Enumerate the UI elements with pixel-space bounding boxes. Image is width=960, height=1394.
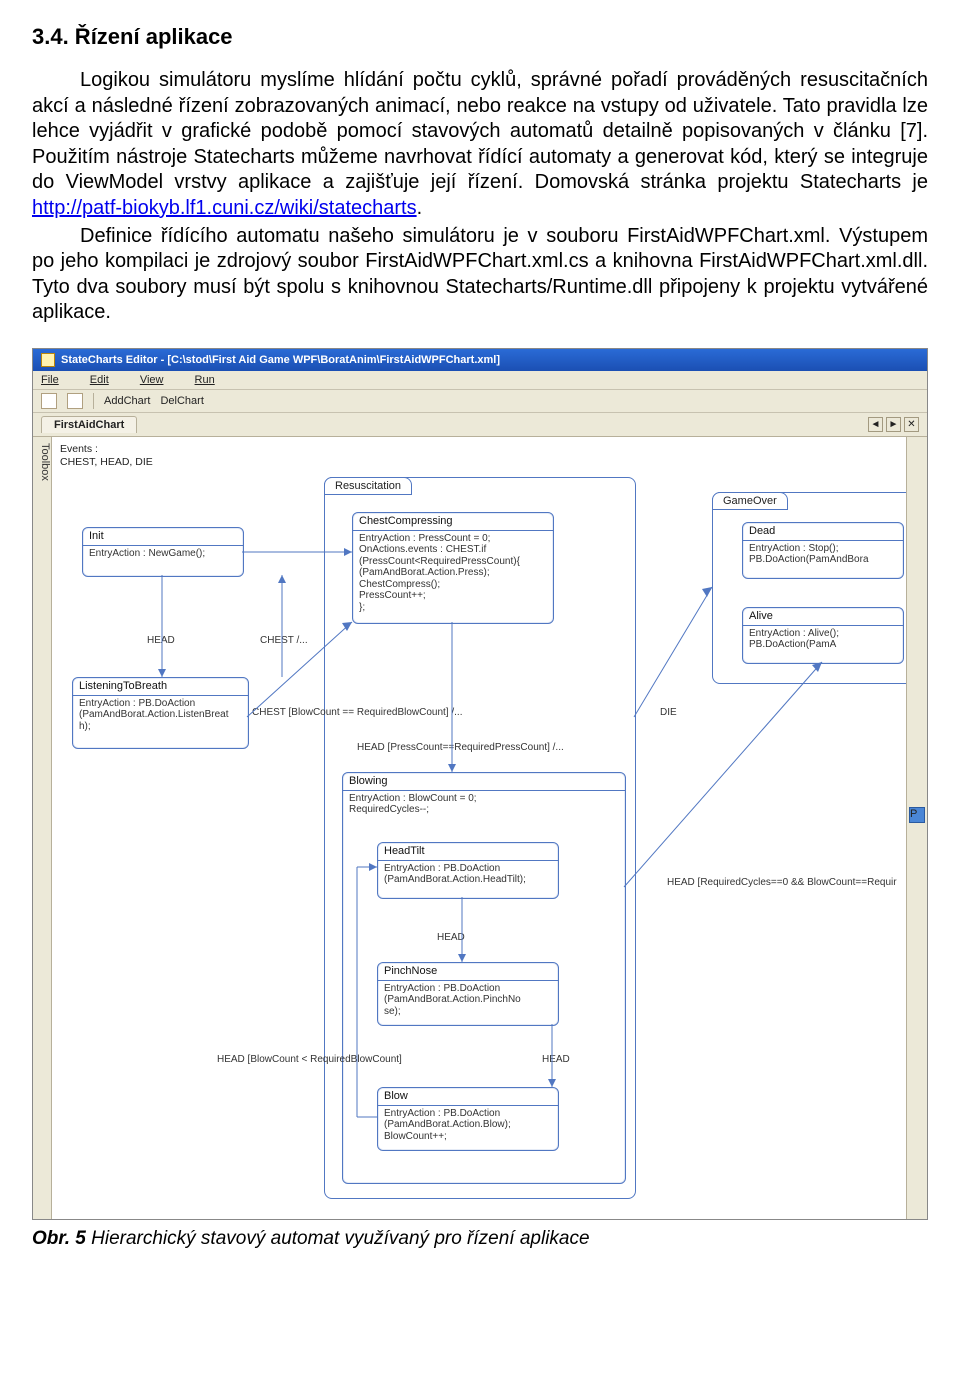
state-chest-body: EntryAction : PressCount = 0; OnActions.… [353,531,553,616]
state-headtilt-body: EntryAction : PB.DoAction (PamAndBorat.A… [378,861,558,888]
transition-label-head-2: HEAD [PressCount==RequiredPressCount] /.… [357,742,564,753]
section-heading: 3.4. Řízení aplikace [32,24,928,50]
toolbox-side-tab[interactable]: Toolbox [33,437,52,1219]
state-pinch-name: PinchNose [378,963,558,981]
transition-label-chest-1: CHEST /... [260,635,308,646]
state-alive-name: Alive [743,608,903,626]
state-blowing-body: EntryAction : BlowCount = 0; RequiredCyc… [343,791,625,818]
figure-caption: Obr. 5 Hierarchický stavový automat využ… [32,1228,928,1250]
transition-label-head-3: HEAD [437,932,465,943]
state-listening-body: EntryAction : PB.DoAction (PamAndBorat.A… [73,696,248,735]
state-dead-name: Dead [743,523,903,541]
state-headtilt-name: HeadTilt [378,843,558,861]
para1-text: Logikou simulátoru myslíme hlídání počtu… [32,69,928,193]
state-blow[interactable]: Blow EntryAction : PB.DoAction (PamAndBo… [377,1087,559,1151]
design-canvas[interactable]: Events : CHEST, HEAD, DIE Resuscitation … [52,437,906,1219]
state-dead-body: EntryAction : Stop(); PB.DoAction(PamAnd… [743,541,903,568]
paragraph-2: Definice řídícího automatu našeho simulá… [32,224,928,326]
tab-next-icon[interactable]: ► [886,417,901,432]
window-titlebar[interactable]: StateCharts Editor - [C:\stod\First Aid … [33,349,927,371]
toolbar-delchart[interactable]: DelChart [160,395,203,407]
toolbar: AddChart DelChart [33,390,927,413]
window-title: StateCharts Editor - [C:\stod\First Aid … [61,354,500,366]
superstate-gameover-label: GameOver [712,492,788,510]
state-init-name: Init [83,528,243,546]
transition-label-chest-2: CHEST [BlowCount == RequiredBlowCount] /… [252,707,462,718]
toolbar-icon-2[interactable] [67,393,83,409]
right-docked-panel[interactable]: P [906,437,927,1219]
figure-ref: Obr. 5 [32,1228,86,1249]
statecharts-link[interactable]: http://patf-biokyb.lf1.cuni.cz/wiki/stat… [32,197,417,219]
toolbar-addchart[interactable]: AddChart [104,395,150,407]
para1-tail: . [417,197,423,219]
state-pinchnose[interactable]: PinchNose EntryAction : PB.DoAction (Pam… [377,962,559,1026]
menu-file[interactable]: File [41,374,73,386]
state-listening[interactable]: ListeningToBreath EntryAction : PB.DoAct… [72,677,249,749]
app-icon [41,353,55,367]
docked-panel-button[interactable]: P [909,807,925,823]
state-init[interactable]: Init EntryAction : NewGame(); [82,527,244,577]
statecharts-editor-window: StateCharts Editor - [C:\stod\First Aid … [32,348,928,1220]
transition-label-head-req: HEAD [RequiredCycles==0 && BlowCount==Re… [667,877,897,888]
transition-label-die: DIE [660,707,677,718]
state-alive[interactable]: Alive EntryAction : Alive(); PB.DoAction… [742,607,904,664]
state-headtilt[interactable]: HeadTilt EntryAction : PB.DoAction (PamA… [377,842,559,899]
state-dead[interactable]: Dead EntryAction : Stop(); PB.DoAction(P… [742,522,904,579]
superstate-resuscitation-label: Resuscitation [324,477,412,495]
transition-label-head-blow: HEAD [BlowCount < RequiredBlowCount] [217,1054,402,1065]
state-blow-name: Blow [378,1088,558,1106]
state-pinch-body: EntryAction : PB.DoAction (PamAndBorat.A… [378,981,558,1020]
figure-caption-text: Hierarchický stavový automat využívaný p… [86,1228,590,1249]
menu-bar: File Edit View Run [33,371,927,390]
events-declaration: Events : CHEST, HEAD, DIE [60,443,153,468]
state-listening-name: ListeningToBreath [73,678,248,696]
menu-edit[interactable]: Edit [90,374,123,386]
tab-prev-icon[interactable]: ◄ [868,417,883,432]
state-chestcompressing[interactable]: ChestCompressing EntryAction : PressCoun… [352,512,554,624]
menu-view[interactable]: View [140,374,178,386]
toolbar-icon-1[interactable] [41,393,57,409]
menu-run[interactable]: Run [195,374,229,386]
tab-firstaidchart[interactable]: FirstAidChart [41,416,137,433]
tab-close-icon[interactable]: ✕ [904,417,919,432]
paragraph-1: Logikou simulátoru myslíme hlídání počtu… [32,68,928,222]
state-alive-body: EntryAction : Alive(); PB.DoAction(PamA [743,626,903,653]
state-blowing-name: Blowing [343,773,625,791]
state-init-body: EntryAction : NewGame(); [83,546,243,562]
tab-bar: FirstAidChart ◄ ► ✕ [33,413,927,437]
state-chest-name: ChestCompressing [353,513,553,531]
transition-label-head-1: HEAD [147,635,175,646]
transition-label-head-4: HEAD [542,1054,570,1065]
state-blow-body: EntryAction : PB.DoAction (PamAndBorat.A… [378,1106,558,1145]
